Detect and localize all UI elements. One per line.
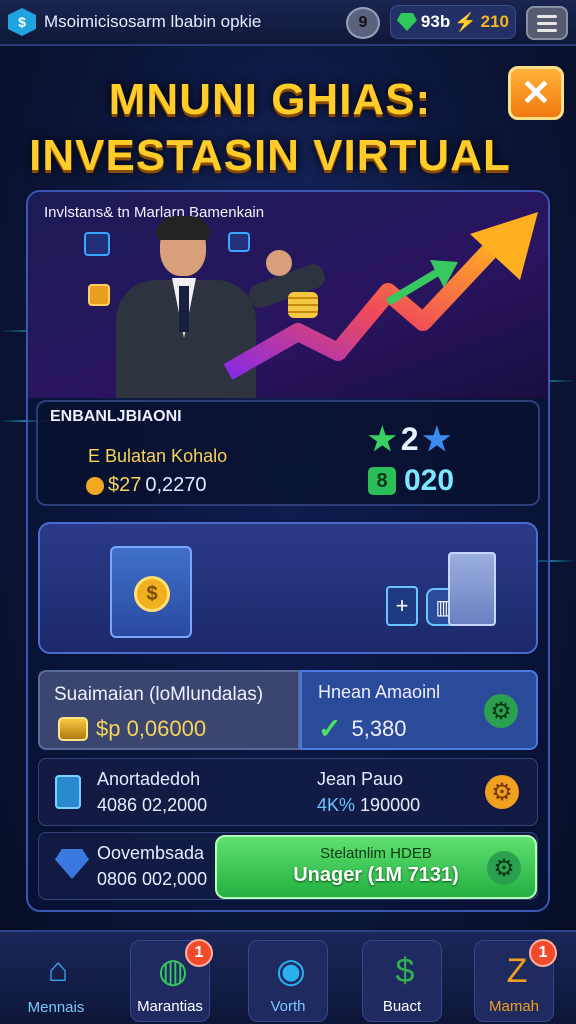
tower-icon (448, 552, 496, 626)
clock-value: 9 (358, 14, 368, 31)
gear-icon: ⚙ (487, 851, 521, 885)
savings-card[interactable]: Suaimaian (loMlundalas) $p 0,06000 (38, 670, 300, 750)
income-value-row: ✓ 5,380 (318, 712, 407, 745)
plan-value: 190000 (360, 795, 421, 815)
nav-item-rewards[interactable]: Z Mamah 1 (474, 939, 557, 1022)
coin-icon (88, 284, 110, 306)
energy-count: 210 (480, 12, 509, 31)
vault-icon: $ (110, 546, 192, 638)
clock-icon[interactable]: 9 (346, 7, 380, 39)
home-icon: ⌂ (47, 950, 69, 989)
stats-panel: ENBANLJBIAONI E Bulatan Kohalo $27 0,227… (36, 400, 540, 506)
app-title: Msoimicisosarm lbabin opkie (44, 12, 262, 31)
page-title: MNUNI GHIAS: INVESTASIN VIRTUAL (20, 72, 520, 184)
calculator-icon (55, 775, 81, 809)
nav-label: Mennais (27, 999, 85, 1016)
nav-label: Marantias (137, 998, 203, 1015)
check-icon: ✓ (318, 713, 342, 744)
savings-value-row: $p 0,06000 (58, 716, 206, 742)
hero-banner: Invlstans& tn Marlarn Bamenkain (28, 192, 548, 398)
deposit-title: Oovembsada (97, 843, 205, 863)
energy-icon: ⚡ (454, 11, 477, 32)
stats-heading: ENBANLJBIAONI (50, 408, 182, 425)
bank-building-icon: + ▥ (386, 544, 506, 636)
gear-icon[interactable]: ⚙ (485, 775, 519, 809)
menu-line (537, 28, 557, 32)
nav-item-markets[interactable]: ◍ Marantias 1 (130, 939, 213, 1022)
menu-line (537, 21, 557, 25)
gold-barrel-icon (58, 717, 88, 741)
hologram-icon (84, 232, 110, 256)
title-line-1: MNUNI GHIAS: (108, 75, 432, 124)
nav-item-world[interactable]: ◉ Vorth (248, 940, 328, 1022)
close-button[interactable]: ✕ (508, 66, 564, 120)
tie (179, 286, 189, 332)
nav-label: Vorth (270, 998, 306, 1015)
gear-icon[interactable]: ⚙ (484, 694, 518, 728)
blue-star-icon: ★ (422, 421, 452, 457)
cash-badge: 8 (368, 467, 396, 495)
plus-icon: + (386, 586, 418, 626)
balance-value: 0,2270 (145, 474, 207, 496)
stats-subtitle: E Bulatan Kohalo (88, 446, 228, 466)
notification-badge: 1 (529, 939, 557, 967)
savings-value: $p 0,06000 (96, 716, 207, 741)
nav-item-budget[interactable]: $ Buact (362, 940, 442, 1022)
assets-panel[interactable]: $ + ▥ (38, 522, 538, 654)
currency-display[interactable]: 93b ⚡ 210 (390, 5, 516, 39)
gem-count: 93b (420, 12, 451, 31)
title-line-2: INVESTASIN VIRTUAL (29, 131, 511, 180)
nav-label: Buact (382, 998, 422, 1015)
growth-arrow-icon (223, 212, 538, 380)
diamond-icon (55, 849, 89, 879)
start-investing-button[interactable]: Stelatnlim HDEB Unager (1M 7131) ⚙ (215, 835, 537, 899)
notification-badge: 1 (185, 939, 213, 967)
gem-icon (397, 13, 417, 31)
app-logo-icon[interactable]: $ (8, 8, 36, 36)
investment-row: Suaimaian (loMlundalas) $p 0,06000 Hnean… (38, 670, 538, 750)
income-title: Hnean Amaoinl (318, 682, 441, 702)
deposit-value: 0806 002,000 (97, 869, 208, 889)
portfolio-value: 4086 02,2000 (97, 795, 208, 815)
menu-line (537, 14, 557, 18)
plan-title: Jean Pauo (317, 769, 404, 789)
coin-icon (86, 476, 104, 495)
balance-prefix: $27 (108, 474, 142, 496)
green-star-icon: ★ (368, 421, 397, 457)
income-card[interactable]: Hnean Amaoinl ✓ 5,380 ⚙ (300, 670, 538, 750)
star-rating: ★ 2 ★ (368, 420, 451, 458)
nav-item-home[interactable]: ⌂ Mennais (16, 940, 96, 1022)
dollar-shield-icon: $ (395, 951, 415, 990)
action-row: Oovembsada 0806 002,000 Stelatnlim HDEB … (38, 832, 538, 900)
savings-title: Suaimaian (loMlundalas) (54, 684, 264, 705)
portfolio-row[interactable]: Anortadedoh 4086 02,2000 Jean Pauo 4K% 1… (38, 758, 538, 826)
globe-icon: ◉ (276, 952, 306, 990)
plan-percent: 4K% (317, 795, 356, 815)
portfolio-title: Anortadedoh (97, 769, 201, 789)
button-line-1: Stelatnlim HDEB (320, 845, 432, 862)
nav-label: Mamah (488, 998, 540, 1015)
bottom-navigation: ⌂ Mennais ◍ Marantias 1 ◉ Vorth $ Buact … (0, 930, 576, 1024)
close-icon: ✕ (520, 72, 552, 113)
dollar-coin-icon: $ (134, 576, 170, 612)
income-value: 5,380 (351, 715, 407, 741)
star-count: 2 (400, 420, 419, 457)
hair (156, 216, 210, 240)
menu-button[interactable] (526, 6, 568, 40)
cash-display: 8 020 (368, 464, 454, 498)
plan-value-row: 4K% 190000 (317, 795, 420, 816)
balance-display: $27 0,2270 (86, 474, 207, 497)
cash-value: 020 (404, 464, 455, 497)
